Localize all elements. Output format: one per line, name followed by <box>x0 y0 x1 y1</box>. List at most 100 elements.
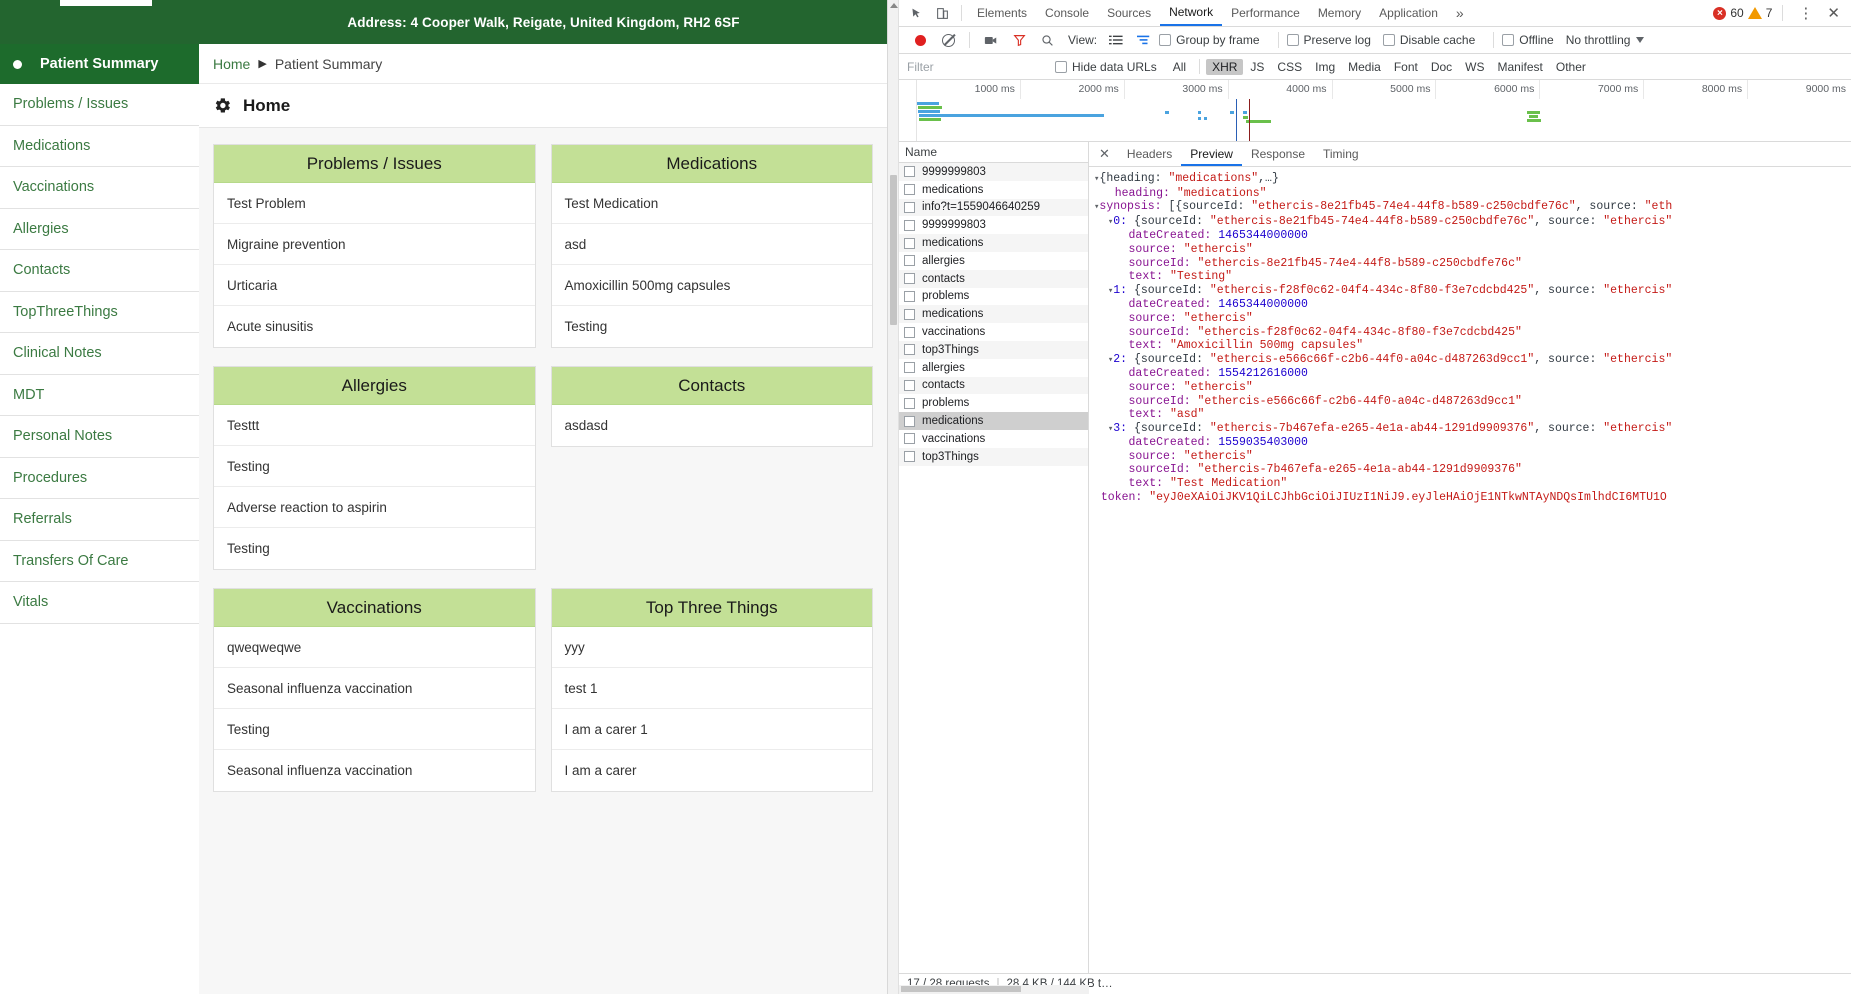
filter-toggle-button[interactable] <box>1006 28 1032 52</box>
card-row[interactable]: Testing <box>214 528 535 569</box>
sidebar-item-topthreethings[interactable]: TopThreeThings <box>0 292 199 333</box>
filter-type-font[interactable]: Font <box>1388 59 1424 75</box>
filter-type-css[interactable]: CSS <box>1271 59 1308 75</box>
clear-button[interactable] <box>935 28 961 52</box>
filter-type-img[interactable]: Img <box>1309 59 1341 75</box>
request-row[interactable]: 9999999803 <box>899 216 1088 234</box>
json-line[interactable]: dateCreated: 1559035403000 <box>1094 436 1851 450</box>
tab-console[interactable]: Console <box>1036 0 1098 26</box>
json-line[interactable]: text: "Amoxicillin 500mg capsules" <box>1094 339 1851 353</box>
request-row[interactable]: allergies <box>899 359 1088 377</box>
request-row[interactable]: contacts <box>899 376 1088 395</box>
card-row[interactable]: Testing <box>552 306 873 347</box>
request-row[interactable]: top3Things <box>899 340 1088 359</box>
sidebar-item-medications[interactable]: Medications <box>0 126 199 167</box>
requests-horizontal-scrollbar[interactable] <box>899 985 1089 994</box>
sidebar-item-mdt[interactable]: MDT <box>0 375 199 416</box>
json-line[interactable]: ▾0: {sourceId: "ethercis-8e21fb45-74e4-4… <box>1094 215 1851 230</box>
tab-sources[interactable]: Sources <box>1098 0 1160 26</box>
warning-badge[interactable]: 7 <box>1747 6 1772 20</box>
card-row[interactable]: qweqweqwe <box>214 627 535 668</box>
json-line[interactable]: source: "ethercis" <box>1094 381 1851 395</box>
json-line[interactable]: sourceId: "ethercis-f28f0c62-04f4-434c-8… <box>1094 326 1851 340</box>
waterfall-view-icon[interactable] <box>1131 28 1157 52</box>
breadcrumb-home-link[interactable]: Home <box>213 56 250 72</box>
card-row[interactable]: Test Medication <box>551 183 872 224</box>
scrollbar-thumb[interactable] <box>901 986 1021 992</box>
card-row[interactable]: I am a carer 1 <box>551 709 872 750</box>
tab-performance[interactable]: Performance <box>1222 0 1309 26</box>
sidebar-item-problems-issues[interactable]: Problems / Issues <box>0 84 199 126</box>
filter-type-all[interactable]: All <box>1167 59 1192 75</box>
request-row[interactable]: problems <box>899 394 1088 412</box>
tab-elements[interactable]: Elements <box>968 0 1036 26</box>
card-row[interactable]: asdasd <box>552 405 873 446</box>
sidebar-item-personal-notes[interactable]: Personal Notes <box>0 416 199 458</box>
request-row[interactable]: medications <box>899 305 1088 324</box>
json-preview-viewer[interactable]: ▾{heading: "medications",…} heading: "me… <box>1089 167 1851 973</box>
json-line[interactable]: source: "ethercis" <box>1094 312 1851 326</box>
json-line[interactable]: heading: "medications" <box>1094 187 1851 201</box>
request-row[interactable]: top3Things <box>899 447 1088 466</box>
card-row[interactable]: asd <box>551 224 872 265</box>
scroll-up-arrow-icon[interactable] <box>890 3 898 8</box>
request-row[interactable]: allergies <box>899 252 1088 270</box>
sidebar-item-vaccinations[interactable]: Vaccinations <box>0 167 199 209</box>
devtools-menu-icon[interactable]: ⋮ <box>1793 4 1818 22</box>
request-row-selected[interactable]: medications <box>899 412 1088 430</box>
json-line[interactable]: dateCreated: 1465344000000 <box>1094 298 1851 312</box>
device-toolbar-icon[interactable] <box>929 1 955 25</box>
throttling-select[interactable]: No throttling <box>1566 33 1645 47</box>
card-row[interactable]: Seasonal influenza vaccination <box>214 750 535 791</box>
json-line[interactable]: sourceId: "ethercis-8e21fb45-74e4-44f8-b… <box>1094 257 1851 271</box>
card-row[interactable]: I am a carer <box>552 750 873 791</box>
gear-icon[interactable] <box>213 96 232 115</box>
card-row[interactable]: Amoxicillin 500mg capsules <box>551 265 872 306</box>
request-row[interactable]: vaccinations <box>899 323 1088 341</box>
scrollbar-thumb[interactable] <box>890 175 897 325</box>
tab-memory[interactable]: Memory <box>1309 0 1370 26</box>
sidebar-item-vitals[interactable]: Vitals <box>0 582 199 624</box>
sidebar-item-clinical-notes[interactable]: Clinical Notes <box>0 333 199 375</box>
request-row[interactable]: vaccinations <box>899 430 1088 448</box>
sidebar-item-transfers-of-care[interactable]: Transfers Of Care <box>0 541 199 582</box>
detail-tab-preview[interactable]: Preview <box>1181 142 1242 166</box>
tab-network[interactable]: Network <box>1160 0 1223 26</box>
requests-list[interactable]: 9999999803 medications info?t=1559046640… <box>899 163 1088 973</box>
json-line[interactable]: ▾3: {sourceId: "ethercis-7b467efa-e265-4… <box>1094 422 1851 437</box>
json-line[interactable]: token: "eyJ0eXAiOiJKV1QiLCJhbGciOiJIUzI1… <box>1094 491 1851 505</box>
card-row[interactable]: Testtt <box>214 405 535 446</box>
close-devtools-icon[interactable]: ✕ <box>1822 4 1845 22</box>
sidebar-item-allergies[interactable]: Allergies <box>0 209 199 250</box>
list-view-icon[interactable] <box>1103 28 1129 52</box>
disable-cache-checkbox[interactable]: Disable cache <box>1382 33 1475 47</box>
card-row[interactable]: Testing <box>214 446 535 487</box>
card-row[interactable]: yyy <box>551 627 872 668</box>
more-tabs-icon[interactable]: » <box>1447 0 1473 26</box>
json-line[interactable]: dateCreated: 1554212616000 <box>1094 367 1851 381</box>
card-row[interactable]: Migraine prevention <box>214 224 535 265</box>
card-row[interactable]: Test Problem <box>214 183 535 224</box>
request-row[interactable]: medications <box>899 234 1088 252</box>
filter-input[interactable] <box>907 57 1055 76</box>
sidebar-item-procedures[interactable]: Procedures <box>0 458 199 499</box>
json-line[interactable]: ▾synopsis: [{sourceId: "ethercis-8e21fb4… <box>1094 200 1851 215</box>
json-line[interactable]: source: "ethercis" <box>1094 243 1851 257</box>
card-row[interactable]: test 1 <box>551 668 872 709</box>
json-line[interactable]: text: "Testing" <box>1094 270 1851 284</box>
json-line[interactable]: ▾{heading: "medications",…} <box>1094 172 1851 187</box>
hide-data-urls-checkbox[interactable]: Hide data URLs <box>1055 60 1157 74</box>
preserve-log-checkbox[interactable]: Preserve log <box>1286 33 1371 47</box>
filter-type-ws[interactable]: WS <box>1459 59 1490 75</box>
error-badge[interactable]: × 60 <box>1713 6 1744 20</box>
requests-column-header[interactable]: Name <box>899 142 1088 163</box>
filter-type-doc[interactable]: Doc <box>1425 59 1458 75</box>
detail-tab-headers[interactable]: Headers <box>1118 142 1181 166</box>
request-row[interactable]: problems <box>899 288 1088 306</box>
tab-application[interactable]: Application <box>1370 0 1447 26</box>
json-line[interactable]: text: "Test Medication" <box>1094 477 1851 491</box>
card-row[interactable]: Urticaria <box>214 265 535 306</box>
json-line[interactable]: sourceId: "ethercis-e566c66f-c2b6-44f0-a… <box>1094 395 1851 409</box>
network-overview-timeline[interactable]: 1000 ms 2000 ms 3000 ms 4000 ms 5000 ms … <box>899 80 1851 142</box>
request-row[interactable]: medications <box>899 181 1088 199</box>
